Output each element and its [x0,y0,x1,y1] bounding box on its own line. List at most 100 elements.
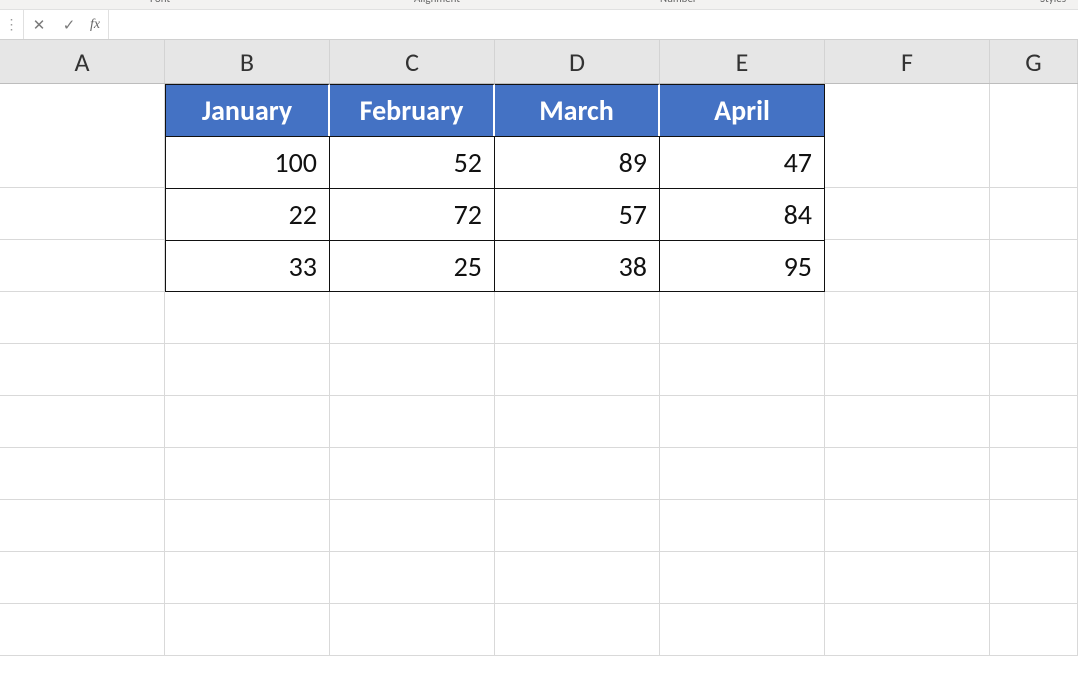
cell-C6[interactable] [330,344,495,395]
column-header-A[interactable]: A [0,40,165,83]
cell-G4[interactable] [990,240,1078,292]
cell-A7[interactable] [0,396,165,447]
cell-G6[interactable] [990,344,1078,395]
cell-G10[interactable] [990,552,1078,603]
cell-E5[interactable] [660,292,825,343]
column-header-B[interactable]: B [165,40,330,83]
cell-F11[interactable] [825,604,990,655]
ribbon-group-alignment: Alignment [414,0,460,5]
row-2: 100 52 89 47 [0,136,1078,188]
cell-B4[interactable]: 33 [165,240,330,292]
column-header-G[interactable]: G [990,40,1078,83]
cell-C10[interactable] [330,552,495,603]
cell-F7[interactable] [825,396,990,447]
row-7 [0,396,1078,448]
cell-E11[interactable] [660,604,825,655]
cell-A11[interactable] [0,604,165,655]
cell-B6[interactable] [165,344,330,395]
cell-G9[interactable] [990,500,1078,551]
cell-E2[interactable]: 47 [660,136,825,188]
cell-A6[interactable] [0,344,165,395]
cell-A3[interactable] [0,188,165,240]
cell-E4[interactable]: 95 [660,240,825,292]
cell-A10[interactable] [0,552,165,603]
cell-D6[interactable] [495,344,660,395]
cell-C1[interactable]: February [330,84,495,136]
cell-G7[interactable] [990,396,1078,447]
cell-F6[interactable] [825,344,990,395]
cell-F8[interactable] [825,448,990,499]
cell-F3[interactable] [825,188,990,240]
cell-F1[interactable] [825,84,990,136]
cell-C2[interactable]: 52 [330,136,495,188]
cell-G5[interactable] [990,292,1078,343]
cell-F5[interactable] [825,292,990,343]
cell-F9[interactable] [825,500,990,551]
cell-A9[interactable] [0,500,165,551]
column-header-D[interactable]: D [495,40,660,83]
cell-E8[interactable] [660,448,825,499]
cell-A8[interactable] [0,448,165,499]
column-header-row: A B C D E F G [0,40,1078,84]
cell-D11[interactable] [495,604,660,655]
cell-D9[interactable] [495,500,660,551]
cell-B3[interactable]: 22 [165,188,330,240]
cell-B8[interactable] [165,448,330,499]
cell-G2[interactable] [990,136,1078,188]
cell-C8[interactable] [330,448,495,499]
cell-C7[interactable] [330,396,495,447]
cancel-button[interactable]: ✕ [24,10,54,39]
cell-D10[interactable] [495,552,660,603]
row-3: 22 72 57 84 [0,188,1078,240]
cell-B11[interactable] [165,604,330,655]
cell-E10[interactable] [660,552,825,603]
cell-D5[interactable] [495,292,660,343]
cell-C9[interactable] [330,500,495,551]
cell-F10[interactable] [825,552,990,603]
cell-B2[interactable]: 100 [165,136,330,188]
cell-G8[interactable] [990,448,1078,499]
column-header-C[interactable]: C [330,40,495,83]
cell-D2[interactable]: 89 [495,136,660,188]
formula-bar-grip[interactable] [0,10,24,39]
cell-F2[interactable] [825,136,990,188]
cell-C4[interactable]: 25 [330,240,495,292]
cell-A5[interactable] [0,292,165,343]
cell-D7[interactable] [495,396,660,447]
cell-C11[interactable] [330,604,495,655]
cell-F4[interactable] [825,240,990,292]
cell-E6[interactable] [660,344,825,395]
cell-E3[interactable]: 84 [660,188,825,240]
cell-A1[interactable] [0,84,165,136]
column-header-E[interactable]: E [660,40,825,83]
insert-function-button[interactable]: fx [84,10,109,39]
cell-A2[interactable] [0,136,165,188]
row-10 [0,552,1078,604]
cell-D8[interactable] [495,448,660,499]
cell-D3[interactable]: 57 [495,188,660,240]
cell-B10[interactable] [165,552,330,603]
cell-E7[interactable] [660,396,825,447]
close-icon: ✕ [33,16,46,34]
fx-icon: fx [90,17,100,33]
excel-window: { "ribbon": { "groups": ["Font", "Alignm… [0,0,1078,678]
cell-G3[interactable] [990,188,1078,240]
cell-D1[interactable]: March [495,84,660,136]
cell-C5[interactable] [330,292,495,343]
cell-C3[interactable]: 72 [330,188,495,240]
column-header-F[interactable]: F [825,40,990,83]
cell-E1[interactable]: April [660,84,825,136]
cell-E9[interactable] [660,500,825,551]
cell-B7[interactable] [165,396,330,447]
cell-G11[interactable] [990,604,1078,655]
cell-A4[interactable] [0,240,165,292]
cell-B1[interactable]: January [165,84,330,136]
cell-D4[interactable]: 38 [495,240,660,292]
enter-button[interactable]: ✓ [54,10,84,39]
cell-B9[interactable] [165,500,330,551]
ribbon-group-styles: Styles [1040,0,1066,5]
row-1: January February March April [0,84,1078,136]
formula-input[interactable] [109,10,1078,39]
cell-G1[interactable] [990,84,1078,136]
cell-B5[interactable] [165,292,330,343]
